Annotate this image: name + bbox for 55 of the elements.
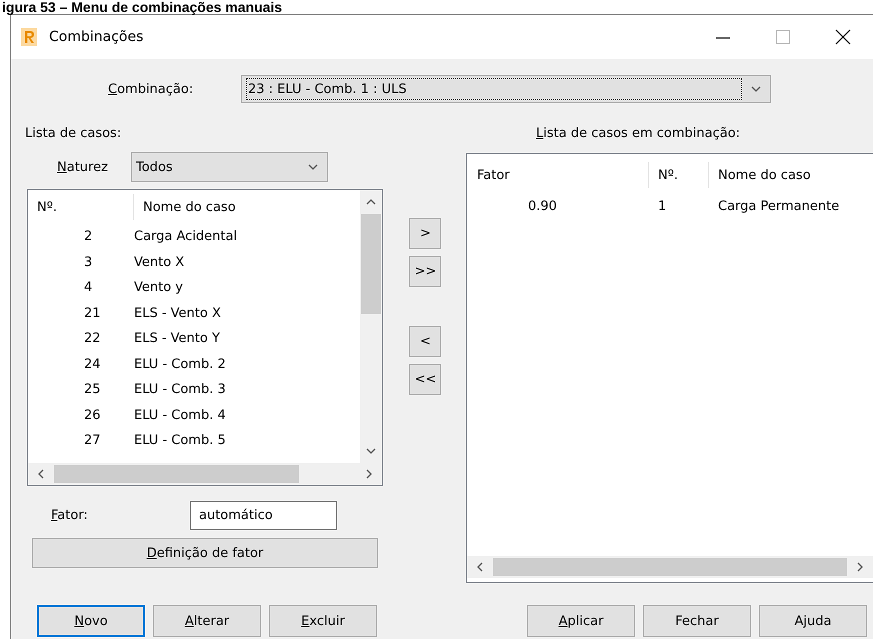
case-number: 1 [657,198,668,214]
dialog-button[interactable]: Ajuda [759,605,867,637]
maximize-icon[interactable] [775,29,791,45]
case-number: 27 [83,433,102,448]
combination-cases-label: Lista de casos em combinação: [536,126,742,141]
vertical-scrollbar[interactable] [360,190,382,463]
transfer-button[interactable]: < [409,326,442,357]
case-number: 26 [83,408,102,423]
transfer-button[interactable]: > [409,218,442,249]
case-number: 4 [83,280,94,296]
dialog-button[interactable]: Novo [37,605,145,637]
column-header[interactable]: Nome do caso [134,194,236,220]
column-header[interactable]: Nº. [28,194,134,220]
case-name[interactable]: Carga Acidental [134,229,238,244]
scroll-thumb[interactable] [493,558,847,576]
nature-dropdown[interactable]: Todos [131,152,328,182]
window-title: Combinações [49,29,144,45]
case-number: 3 [83,254,94,270]
case-name[interactable]: ELU - Comb. 3 [134,382,226,398]
case-name[interactable]: ELS - Vento Y [134,331,220,346]
nature-label: Naturez [57,160,109,174]
close-icon[interactable] [835,29,851,45]
combination-dropdown[interactable]: 23 : ELU - Comb. 1 : ULS [241,75,771,103]
figure-caption: igura 53 – Menu de combinações manuais [2,0,282,14]
factor-cell-text: 0.90 [527,198,558,214]
factor-definition-button[interactable]: Definição de fator [32,538,378,568]
dialog-button[interactable]: Aplicar [527,605,635,637]
transfer-button[interactable]: << [409,364,442,395]
column-header[interactable]: Fator [467,162,649,188]
combination-label: Combinação: [108,82,194,96]
case-name[interactable]: Vento X [134,254,184,270]
case-name[interactable]: ELU - Comb. 5 [134,433,226,448]
case-number: 22 [83,331,102,346]
column-header[interactable]: Nome do caso [709,162,811,188]
factor-label: Fator: [51,508,89,523]
case-number: 2 [83,229,94,244]
scroll-thumb[interactable] [361,214,381,314]
case-list-label: Lista de casos: [25,126,122,141]
case-number: 21 [83,306,102,321]
transfer-button[interactable]: >> [409,256,442,287]
dialog-button[interactable]: Excluir [269,605,377,637]
case-name[interactable]: ELS - Vento X [134,306,221,321]
column-header[interactable]: Nº. [649,162,709,188]
horizontal-scrollbar[interactable] [467,556,873,578]
case-name[interactable]: ELU - Comb. 4 [134,408,226,423]
dialog-button[interactable]: Alterar [153,605,261,637]
horizontal-scrollbar[interactable] [28,463,382,485]
case-number: 25 [83,382,102,398]
case-name[interactable]: ELU - Comb. 2 [134,356,226,372]
factor-field[interactable]: automático [190,501,337,530]
case-number: 24 [83,356,102,372]
case-name[interactable]: Vento y [134,280,183,296]
dialog-button[interactable]: Fechar [643,605,751,637]
scroll-thumb[interactable] [54,465,299,483]
case-name[interactable]: Carga Permanente [709,198,840,214]
